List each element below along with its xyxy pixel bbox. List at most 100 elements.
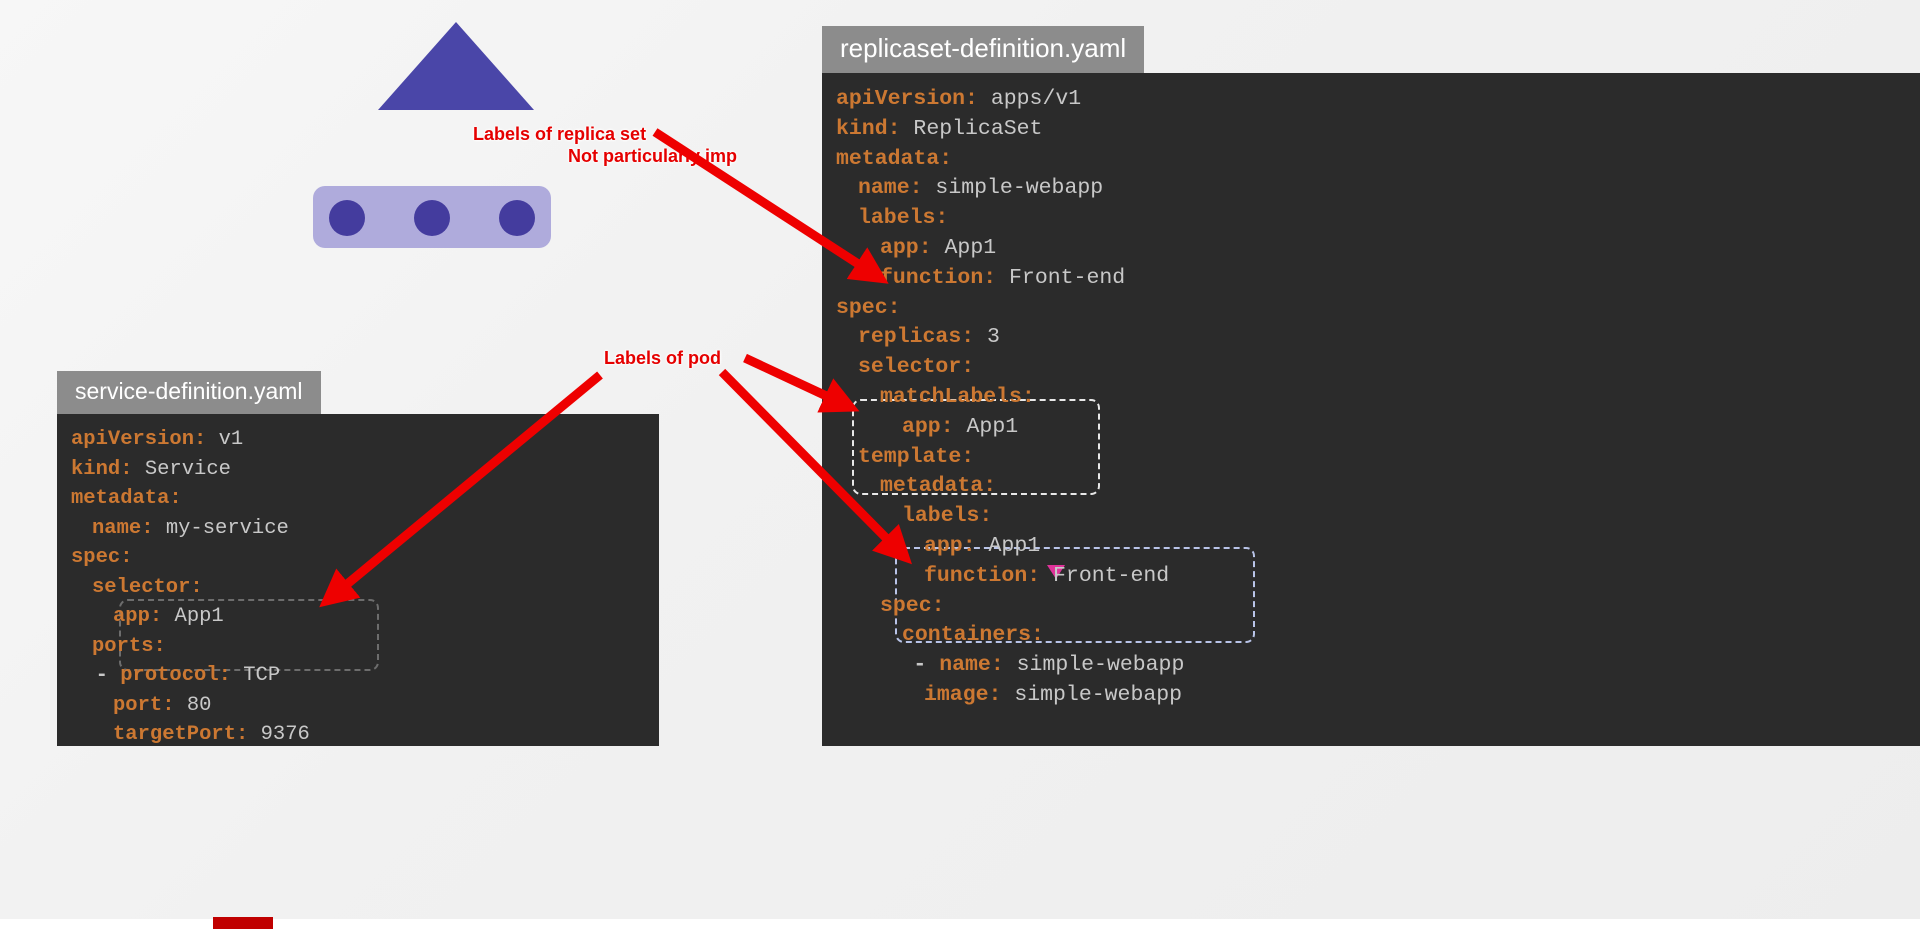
yaml-key: ports: — [92, 634, 166, 658]
yaml-line: kind: Service — [71, 457, 231, 481]
bottom-strip — [0, 919, 1920, 929]
yaml-line: spec: — [71, 546, 133, 569]
yaml-value: Service — [132, 457, 231, 481]
pod-dot — [329, 200, 365, 236]
yaml-line: kind: ReplicaSet — [836, 116, 1043, 141]
yaml-line: - protocol: TCP — [71, 664, 281, 687]
yaml-line: apiVersion: v1 — [71, 428, 244, 451]
yaml-key: apiVersion: — [836, 87, 978, 111]
yaml-list-dash: - — [836, 653, 940, 678]
yaml-key: labels: — [902, 504, 993, 529]
yaml-line: metadata: — [71, 487, 182, 510]
yaml-key: image: — [924, 683, 1002, 707]
yaml-key: selector: — [858, 355, 975, 380]
yaml-list-dash: - — [71, 664, 121, 687]
service-definition-card: service-definition.yaml apiVersion: v1 ki… — [57, 371, 659, 746]
yaml-key: selector: — [92, 575, 203, 599]
yaml-line: apiVersion: apps/v1 — [836, 87, 1082, 111]
yaml-key: name: — [858, 176, 923, 201]
yaml-line: - name: simple-webapp — [836, 653, 1185, 678]
yaml-value: App1 — [162, 605, 224, 628]
yaml-line: port: 80 — [113, 693, 212, 717]
yaml-line: selector: — [92, 575, 203, 599]
yaml-line: app: App1 — [113, 605, 224, 628]
yaml-key: name: — [92, 516, 154, 540]
yaml-value: App1 — [975, 534, 1041, 558]
replica-set-triangle — [378, 22, 534, 110]
yaml-key: metadata: — [836, 146, 953, 171]
yaml-value: App1 — [953, 414, 1019, 439]
yaml-value: apps/v1 — [977, 87, 1082, 111]
yaml-key: app: — [924, 534, 976, 558]
pod-dot — [499, 200, 535, 236]
pod-dot — [414, 200, 450, 236]
yaml-value: Front-end — [996, 265, 1126, 290]
yaml-line: metadata: — [836, 146, 953, 171]
yaml-value: App1 — [931, 236, 997, 260]
yaml-key: metadata: — [71, 487, 182, 510]
yaml-key: kind: — [836, 116, 901, 141]
yaml-key: metadata: — [880, 474, 997, 499]
yaml-value: 3 — [974, 325, 1000, 350]
replicaset-definition-card: replicaset-definition.yaml apiVersion: a… — [822, 26, 1920, 746]
pod-group — [313, 186, 551, 248]
yaml-key: kind: — [71, 457, 133, 481]
yaml-line: app: App1 — [880, 236, 997, 260]
yaml-line: spec: — [836, 295, 901, 320]
yaml-key: apiVersion: — [71, 428, 207, 451]
yaml-key: name: — [939, 653, 1004, 678]
yaml-line: template: — [858, 444, 975, 469]
yaml-value: simple-webapp — [922, 176, 1104, 201]
yaml-key: function: — [880, 265, 997, 290]
yaml-key: spec: — [836, 295, 901, 320]
service-definition-code: apiVersion: v1 kind: Service metadata: name… — [57, 414, 659, 746]
yaml-key: spec: — [880, 593, 945, 618]
yaml-key: port: — [113, 693, 175, 717]
yaml-line: app: App1 — [924, 534, 1041, 558]
yaml-key: labels: — [858, 206, 949, 231]
yaml-line: replicas: 3 — [858, 327, 1000, 349]
yaml-line: image: simple-webapp — [924, 683, 1183, 707]
yaml-key: app: — [113, 605, 163, 628]
yaml-key: spec: — [71, 546, 133, 569]
yaml-value: ReplicaSet — [900, 116, 1043, 141]
yaml-line: spec: — [880, 593, 945, 618]
yaml-line: labels: — [902, 504, 993, 529]
yaml-line: name: my-service — [92, 516, 289, 540]
yaml-value: 80 — [174, 693, 212, 717]
yaml-value: simple-webapp — [1003, 653, 1185, 678]
yaml-line: metadata: — [880, 476, 996, 498]
annotation-labels-of-pod: Labels of pod — [604, 348, 721, 368]
yaml-value: 9376 — [248, 723, 310, 746]
yaml-line: function: Front-end — [924, 563, 1170, 588]
yaml-line: labels: — [858, 206, 949, 231]
yaml-key: template: — [858, 444, 975, 469]
annotation-labels-of-replica-set-line2: Not particularly imp — [568, 146, 738, 166]
yaml-line: containers: — [902, 625, 1044, 647]
yaml-line: app: App1 — [902, 414, 1019, 439]
yaml-value: Front-end — [1040, 563, 1170, 588]
yaml-value: v1 — [206, 428, 244, 451]
yaml-key: matchLabels: — [880, 385, 1035, 409]
annotation-labels-of-replica-set-line1: Labels of replica set — [473, 124, 647, 144]
yaml-key: function: — [924, 563, 1041, 588]
yaml-line: matchLabels: — [880, 385, 1035, 409]
yaml-line: targetPort: 9376 — [113, 723, 310, 746]
bottom-marker-chip — [213, 917, 273, 929]
yaml-line: name: simple-webapp — [858, 178, 1103, 200]
yaml-key: replicas: — [858, 325, 975, 350]
yaml-key: protocol: — [120, 664, 231, 687]
yaml-key: containers: — [902, 623, 1044, 648]
yaml-key: app: — [880, 236, 932, 260]
yaml-key: targetPort: — [113, 723, 249, 746]
replicaset-definition-code: apiVersion: apps/v1 kind: ReplicaSet metad… — [822, 73, 1920, 746]
replicaset-definition-title: replicaset-definition.yaml — [822, 26, 1145, 73]
service-definition-title: service-definition.yaml — [57, 371, 321, 414]
yaml-value: TCP — [230, 664, 281, 687]
yaml-value: my-service — [153, 516, 289, 540]
diagram-canvas: service-definition.yaml apiVersion: v1 ki… — [0, 0, 1920, 929]
yaml-value: simple-webapp — [1001, 683, 1183, 707]
yaml-line: function: Front-end — [880, 265, 1126, 290]
yaml-line: selector: — [858, 355, 975, 380]
yaml-line: ports: — [92, 634, 166, 658]
